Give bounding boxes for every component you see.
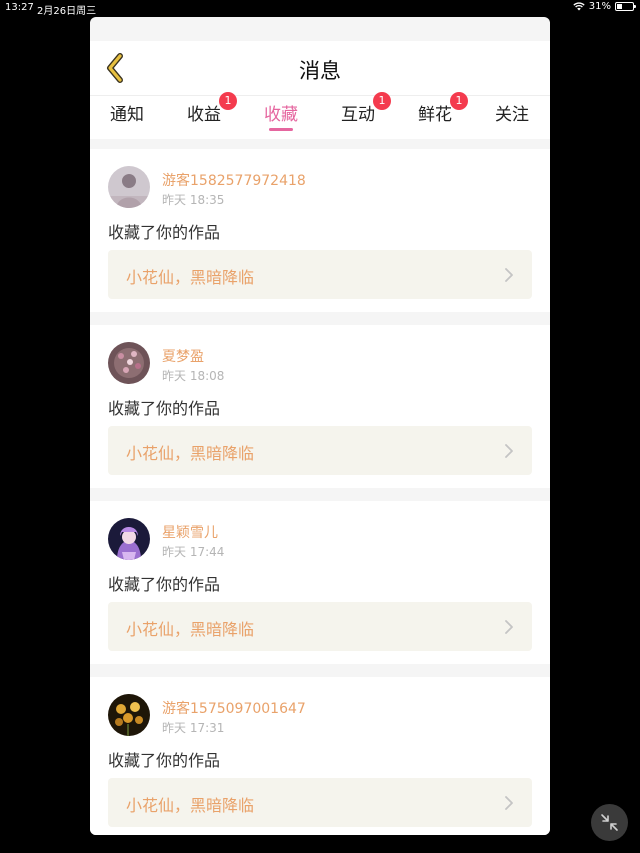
tab-following[interactable]: 关注 [482,100,542,132]
timestamp: 昨天 17:44 [162,545,225,559]
status-date: 2月26日周三 [37,6,97,17]
username[interactable]: 星颖雪儿 [162,522,218,542]
timestamp: 昨天 17:31 [162,721,225,735]
shrink-window-button[interactable] [591,804,628,841]
work-link[interactable]: 小花仙，黑暗降临 [108,250,532,299]
message-panel: 消息 通知 收益 1 收藏 互动 1 鲜花 1 关注 游客15825779724… [90,17,550,835]
chevron-right-icon [505,620,513,634]
tab-flowers[interactable]: 鲜花 1 [405,92,468,132]
status-time: 13:27 [5,2,34,13]
username[interactable]: 游客1575097001647 [162,698,306,718]
active-tab-indicator [269,128,293,131]
work-title: 小花仙，黑暗降临 [126,796,255,815]
avatar[interactable] [108,342,150,384]
avatar[interactable] [108,166,150,208]
list-item: 星颖雪儿 昨天 17:44 收藏了你的作品 小花仙，黑暗降临 [90,501,550,664]
work-link[interactable]: 小花仙，黑暗降临 [108,426,532,475]
tab-label: 收藏 [264,105,298,125]
action-text: 收藏了你的作品 [108,751,221,770]
username[interactable]: 夏梦盈 [162,346,204,366]
status-bar: 13:27 2月26日周三 31% [0,0,640,17]
work-title: 小花仙，黑暗降临 [126,268,255,287]
timestamp: 昨天 18:35 [162,193,225,207]
battery-percent: 31% [588,1,611,12]
timestamp: 昨天 18:08 [162,369,225,383]
list-item: 游客1582577972418 昨天 18:35 收藏了你的作品 小花仙，黑暗降… [90,149,550,312]
list-item: 夏梦盈 昨天 18:08 收藏了你的作品 小花仙，黑暗降临 [90,325,550,488]
tab-label: 鲜花 [418,105,452,125]
avatar[interactable] [108,518,150,560]
tab-bar: 通知 收益 1 收藏 互动 1 鲜花 1 关注 [90,92,550,139]
tab-label: 互动 [341,105,375,125]
page-title: 消息 [299,59,341,83]
work-link[interactable]: 小花仙，黑暗降临 [108,602,532,651]
tab-label: 收益 [187,105,221,125]
action-text: 收藏了你的作品 [108,575,221,594]
unread-badge: 1 [450,92,468,110]
tab-favorites[interactable]: 收藏 [251,100,311,132]
work-title: 小花仙，黑暗降临 [126,444,255,463]
action-text: 收藏了你的作品 [108,399,221,418]
tab-interactions[interactable]: 互动 1 [328,92,391,132]
wifi-icon [573,2,585,11]
battery-level [617,4,622,9]
work-title: 小花仙，黑暗降临 [126,620,255,639]
tab-label: 通知 [110,105,144,125]
tab-earnings[interactable]: 收益 1 [174,92,237,132]
collapse-arrows-icon [601,814,618,831]
chevron-right-icon [505,444,513,458]
work-link[interactable]: 小花仙，黑暗降临 [108,778,532,827]
unread-badge: 1 [373,92,391,110]
unread-badge: 1 [219,92,237,110]
username[interactable]: 游客1582577972418 [162,170,306,190]
chevron-right-icon [505,796,513,810]
tab-notifications[interactable]: 通知 [97,100,157,132]
tab-label: 关注 [495,105,529,125]
battery-icon [615,2,636,11]
list-item: 游客1575097001647 昨天 17:31 收藏了你的作品 小花仙，黑暗降… [90,677,550,835]
avatar[interactable] [108,694,150,736]
action-text: 收藏了你的作品 [108,223,221,242]
chevron-right-icon [505,268,513,282]
header-bar: 消息 [90,41,550,95]
